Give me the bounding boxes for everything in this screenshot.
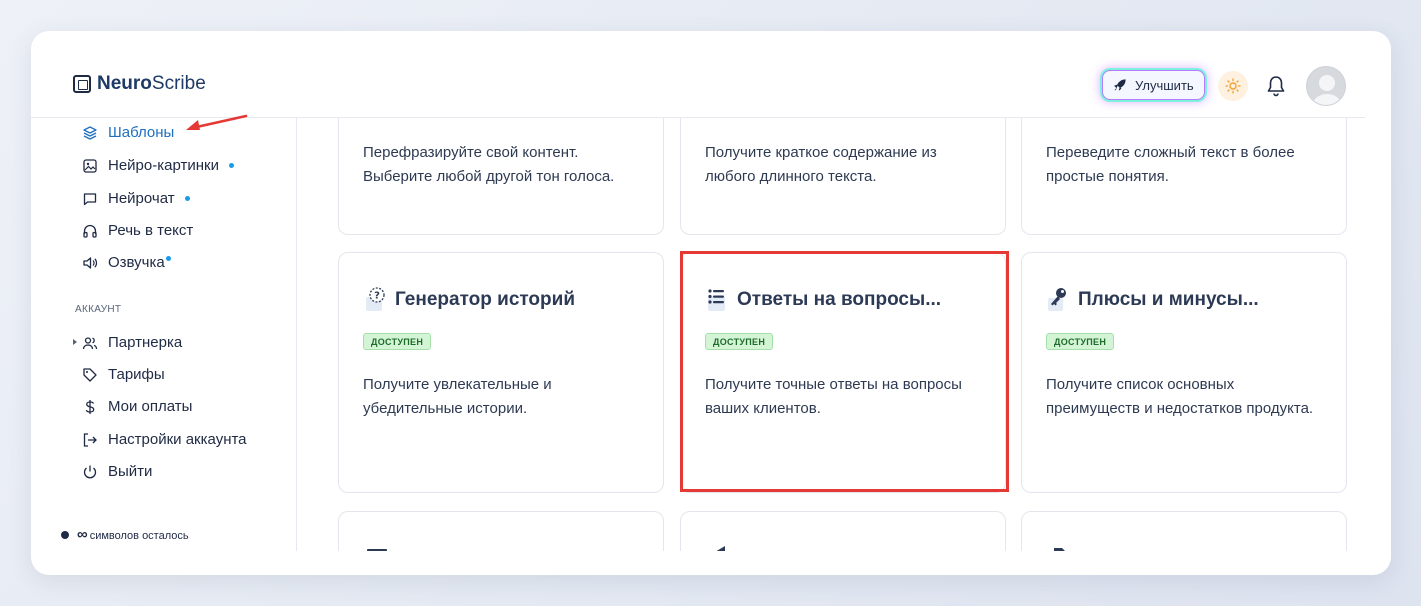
theme-toggle-button[interactable] [1218, 71, 1248, 101]
upgrade-label: Улучшить [1135, 77, 1194, 93]
card-title: Плюсы и минусы... [1078, 289, 1259, 310]
key-icon [1048, 288, 1066, 311]
image-icon [83, 158, 97, 173]
credits-remaining: ∞ символов осталось [61, 526, 189, 543]
sidebar-item-partner[interactable]: Партнерка [82, 334, 182, 351]
status-badge: ДОСТУПЕН [363, 333, 432, 350]
credits-text: символов осталось [89, 530, 189, 542]
chat-icon [83, 192, 97, 205]
new-dot [165, 256, 171, 261]
new-dot [184, 196, 190, 201]
template-card-row3-3[interactable] [1021, 511, 1347, 551]
annotation-arrow-icon [186, 114, 248, 130]
top-header: NeuroScribe Улучшить [31, 31, 1365, 118]
users-icon [82, 336, 98, 349]
template-card-pros-cons[interactable]: Плюсы и минусы... ДОСТУПЕН Получите спис… [1021, 252, 1347, 493]
login-icon [83, 432, 97, 447]
template-card-story-generator[interactable]: ? Генератор историй ДОСТУПЕН Получите ув… [338, 252, 664, 493]
app-logo[interactable]: NeuroScribe [73, 73, 206, 95]
sidebar: Шаблоны Нейро-картинки Нейрочат Речь в т… [31, 118, 297, 551]
sidebar-item-payments[interactable]: Мои оплаты [82, 398, 192, 415]
sidebar-item-tariffs[interactable]: Тарифы [82, 366, 165, 383]
card-title: Генератор историй [395, 289, 576, 310]
card-icon [367, 549, 387, 551]
avatar[interactable] [1306, 66, 1346, 106]
svg-text:?: ? [374, 291, 380, 302]
question-icon: ? [366, 287, 385, 311]
section-label-account: АККАУНТ [75, 304, 122, 315]
card-icon [1054, 548, 1065, 551]
layers-icon [83, 125, 97, 140]
sidebar-item-account-settings[interactable]: Настройки аккаунта [82, 431, 247, 448]
sidebar-item-neuro-images[interactable]: Нейро-картинки [82, 157, 234, 174]
template-card-paraphrase[interactable]: Перефразируйте свой контент. Выберите лю… [338, 118, 664, 235]
bell-icon[interactable] [1266, 75, 1286, 97]
template-card-summary[interactable]: Получите краткое содержание из любого дл… [680, 118, 1006, 235]
sidebar-item-templates[interactable]: Шаблоны [82, 124, 174, 141]
rocket-icon [1114, 79, 1126, 91]
speaker-icon [83, 256, 98, 269]
dollar-icon [85, 399, 95, 414]
logo-text: NeuroScribe [97, 73, 206, 94]
template-card-row3-2[interactable] [680, 511, 1006, 551]
annotation-highlight-box [680, 251, 1009, 492]
user-avatar-icon [1311, 75, 1343, 105]
credits-bullet [61, 530, 69, 539]
headphones-icon [83, 224, 97, 238]
status-badge: ДОСТУПЕН [1046, 333, 1115, 350]
new-dot [228, 163, 234, 168]
card-icon [716, 546, 725, 551]
logo-icon [73, 75, 91, 93]
chevron-right-icon[interactable] [73, 339, 77, 345]
sidebar-item-neurochat[interactable]: Нейрочат [82, 190, 190, 207]
power-icon [83, 465, 97, 478]
infinity-symbol: ∞ [77, 526, 88, 543]
upgrade-button[interactable]: Улучшить [1102, 70, 1205, 100]
sidebar-item-speech-to-text[interactable]: Речь в текст [82, 222, 193, 239]
tag-icon [83, 367, 97, 382]
sun-icon [1225, 78, 1241, 94]
sidebar-item-voiceover[interactable]: Озвучка [82, 254, 171, 271]
template-card-simplify[interactable]: Переведите сложный текст в более простые… [1021, 118, 1347, 235]
template-card-row3-1[interactable] [338, 511, 664, 551]
sidebar-item-logout[interactable]: Выйти [82, 463, 152, 480]
